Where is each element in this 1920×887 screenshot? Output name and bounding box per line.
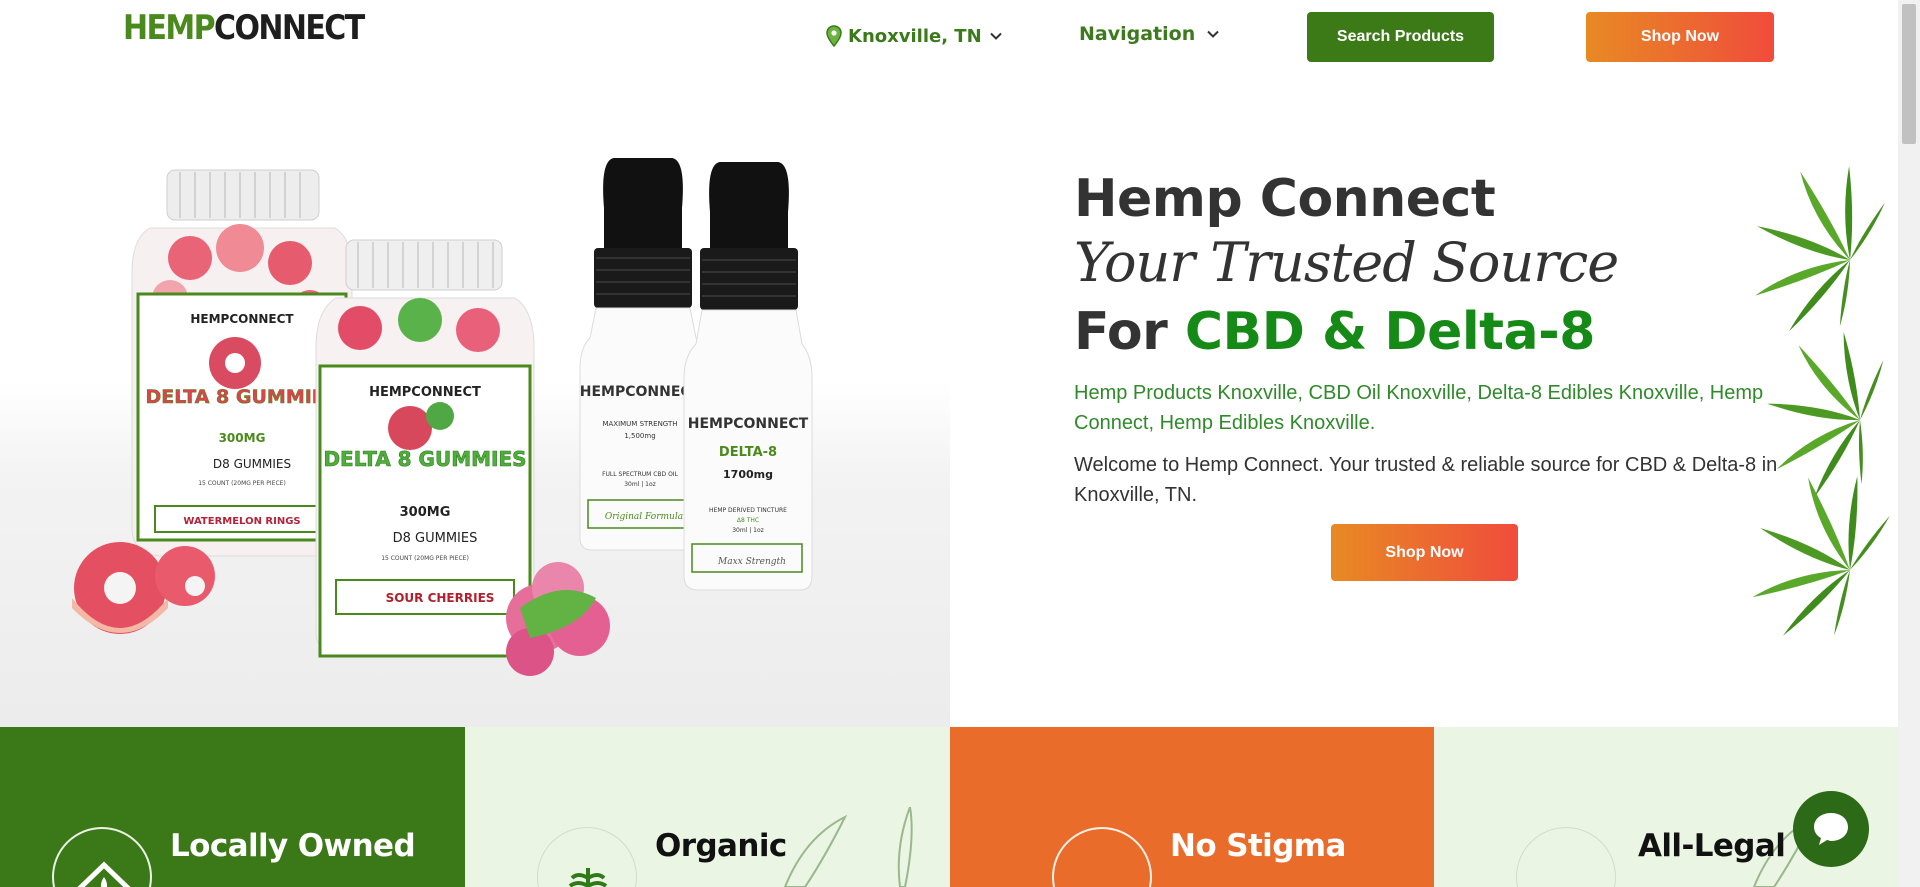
tincture2-type: HEMP DERIVED TINCTURE — [709, 507, 787, 514]
page: HEMPCONNECT Knoxville, TN Navigation Sea… — [0, 0, 1920, 887]
navigation-menu[interactable]: Navigation — [1079, 20, 1221, 48]
tincture1-size: 30ml | 1oz — [624, 481, 656, 488]
tincture2-brand: HEMPCONNECT — [688, 416, 809, 432]
location-label: Knoxville, TN — [848, 25, 982, 47]
feature-title: Organic — [655, 828, 787, 864]
hero-text-block: Hemp Connect Your Trusted Source For CBD… — [1074, 168, 1794, 510]
logo-connect: CONNECT — [214, 8, 365, 48]
search-products-button[interactable]: Search Products — [1307, 12, 1494, 62]
feature-no-stigma: No Stigma — [950, 727, 1434, 887]
logo-text: HEMPCONNECT — [123, 8, 365, 48]
gummy-bottle-sour-cherries: HEMPCONNECT DELTA 8 GUMMIES 300MG D8 GUM… — [315, 239, 535, 658]
tincture2-size: 30ml | 1oz — [732, 527, 764, 534]
tincture1-script: Original Formula — [605, 512, 683, 522]
map-pin-icon — [826, 25, 842, 47]
hero-title-highlight: CBD & Delta-8 — [1184, 302, 1595, 362]
bottle1-dose: 300MG — [219, 431, 266, 445]
chat-button[interactable] — [1793, 791, 1869, 867]
no-stigma-icon — [1052, 827, 1152, 887]
hero-keywords: Hemp Products Knoxville, CBD Oil Knoxvil… — [1074, 382, 1764, 434]
hero-shop-now-button[interactable]: Shop Now — [1331, 524, 1518, 581]
hero-title-line1: Hemp Connect — [1074, 169, 1496, 229]
site-logo[interactable]: HEMPCONNECT — [123, 8, 365, 47]
site-header: HEMPCONNECT Knoxville, TN Navigation Sea… — [0, 0, 1898, 98]
chevron-down-icon — [989, 32, 1002, 40]
navigation-label: Navigation — [1079, 23, 1196, 45]
scrollbar-thumb[interactable] — [1902, 4, 1916, 144]
tincture-delta8: HEMPCONNECT DELTA-8 1700mg HEMP DERIVED … — [683, 162, 813, 591]
hero-title-prefix: For — [1074, 302, 1185, 362]
chevron-down-icon — [1207, 30, 1219, 38]
header-shop-now-button[interactable]: Shop Now — [1586, 12, 1774, 62]
bottle2-type: D8 GUMMIES — [393, 531, 478, 546]
bottle1-name: DELTA 8 GUMMIES — [146, 386, 339, 408]
home-leaf-icon — [52, 827, 152, 887]
bottle1-count: 15 COUNT (20MG PER PIECE) — [198, 480, 286, 487]
chat-bubble-icon — [1814, 813, 1848, 845]
tincture2-sub: Δ8 THC — [737, 517, 759, 524]
bottle2-brand: HEMPCONNECT — [369, 385, 481, 400]
page-scrollbar[interactable] — [1898, 0, 1920, 887]
bottle1-type: D8 GUMMIES — [213, 457, 291, 471]
feature-title: Locally Owned — [170, 828, 416, 864]
logo-hemp: HEMP — [123, 8, 216, 48]
bottle2-name: DELTA 8 GUMMIES — [323, 447, 526, 471]
feature-organic: Organic — [465, 727, 950, 887]
tincture1-type: FULL SPECTRUM CBD OIL — [602, 471, 678, 478]
hero-title-script: Your Trusted Source — [1074, 231, 1619, 294]
feature-title: All-Legal — [1638, 828, 1786, 864]
legal-icon — [1516, 827, 1616, 887]
bottle1-flavor: WATERMELON RINGS — [183, 516, 300, 527]
products-illustration: HEMPCONNECT DELTA 8 GUMMIES 300MG D8 GUM… — [72, 158, 813, 676]
feature-locally-owned: Locally Owned — [0, 727, 465, 887]
cannabis-leaves-decoration — [1723, 143, 1898, 656]
tincture2-mg: 1700mg — [723, 468, 773, 481]
tincture1-brand: HEMPCONNECT — [580, 384, 701, 400]
bottle2-flavor: SOUR CHERRIES — [386, 591, 495, 605]
feature-title: No Stigma — [1170, 828, 1346, 864]
hero-title-line3: For CBD & Delta-8 — [1074, 296, 1794, 368]
bottle1-brand: HEMPCONNECT — [190, 312, 294, 326]
tincture2-name: DELTA-8 — [719, 445, 777, 460]
bottle2-count: 15 COUNT (20MG PER PIECE) — [381, 555, 469, 562]
location-selector[interactable]: Knoxville, TN — [826, 22, 1004, 50]
tincture2-script: Maxx Strength — [717, 557, 786, 567]
tincture1-strength: MAXIMUM STRENGTH — [602, 420, 677, 428]
leaf-sketch-decoration — [783, 807, 913, 887]
plant-icon — [537, 827, 637, 887]
bottle2-dose: 300MG — [400, 505, 451, 520]
tincture1-mg: 1,500mg — [624, 432, 655, 440]
hero-welcome-text: Welcome to Hemp Connect. Your trusted & … — [1074, 454, 1778, 506]
hero-product-image: HEMPCONNECT DELTA 8 GUMMIES 300MG D8 GUM… — [0, 98, 950, 727]
